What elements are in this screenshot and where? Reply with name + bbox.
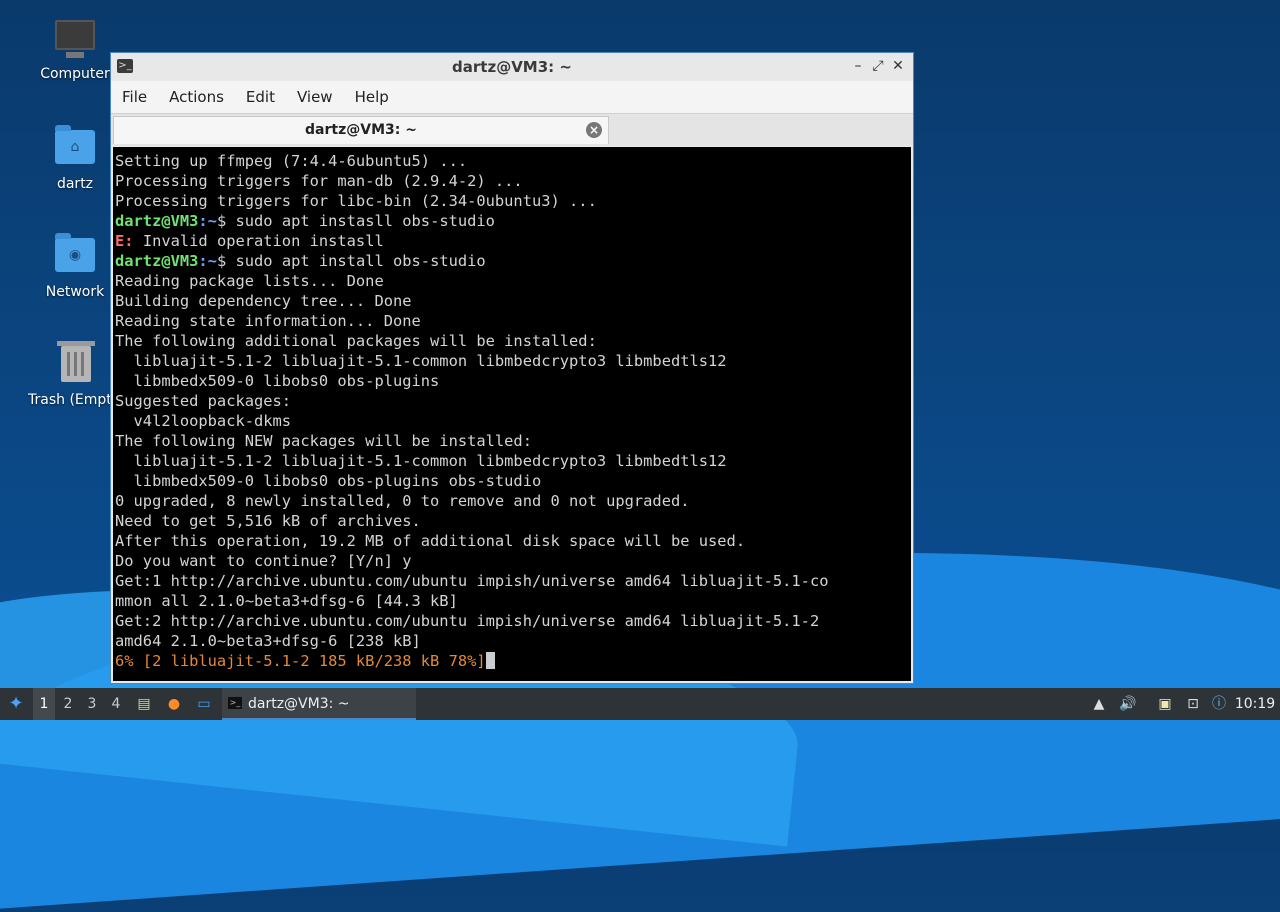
terminal-line: The following NEW packages will be insta… (115, 432, 532, 450)
notification-icon[interactable]: ⓘ (1208, 688, 1230, 720)
terminal-cursor (485, 652, 495, 669)
terminal-task-icon: >_ (228, 697, 242, 709)
terminal-line: Reading state information... Done (115, 312, 421, 330)
clipboard-icon[interactable]: ▣ (1154, 688, 1176, 720)
menu-bar: File Actions Edit View Help (111, 81, 913, 113)
terminal-line: After this operation, 19.2 MB of additio… (115, 532, 746, 550)
terminal-command: $ sudo apt instasll obs-studio (216, 212, 495, 230)
home-folder-icon: ⌂ (55, 125, 95, 170)
window-titlebar[interactable]: >_ dartz@VM3: ~ – ⤢ ✕ (111, 53, 913, 81)
terminal-line: Need to get 5,516 kB of archives. (115, 512, 421, 530)
taskbar: ✦ 1 2 3 4 ▤ ● ▭ >_ dartz@VM3: ~ ▲ 🔊 ▣ ⊡ … (0, 688, 1280, 720)
menu-edit[interactable]: Edit (235, 88, 286, 106)
desktop-icon-trash[interactable]: Trash (Empty) (20, 341, 110, 408)
terminal-line: Suggested packages: (115, 392, 292, 410)
desktop-icon-label: dartz (56, 176, 94, 192)
terminal-line: Get:1 http://archive.ubuntu.com/ubuntu i… (115, 572, 829, 590)
terminal-line: libmbedx509-0 libobs0 obs-plugins obs-st… (115, 472, 542, 490)
trash-icon (56, 341, 96, 386)
tab-close-icon[interactable]: × (586, 122, 602, 138)
workspace-3[interactable]: 3 (81, 688, 103, 720)
desktop-icon-network[interactable]: ◉ Network (30, 233, 120, 300)
terminal-line: Reading package lists... Done (115, 272, 384, 290)
menu-actions[interactable]: Actions (158, 88, 235, 106)
terminal-line: libmbedx509-0 libobs0 obs-plugins (115, 372, 440, 390)
error-prefix: E: (115, 232, 134, 250)
terminal-line: Do you want to continue? [Y/n] y (115, 552, 412, 570)
terminal-line: Building dependency tree... Done (115, 292, 412, 310)
terminal-line: The following additional packages will b… (115, 332, 597, 350)
terminal-line: v4l2loopback-dkms (115, 412, 292, 430)
minimize-button[interactable]: – (849, 57, 867, 75)
tab-title: dartz@VM3: ~ (305, 122, 417, 138)
menu-help[interactable]: Help (344, 88, 400, 106)
terminal-line: libluajit-5.1-2 libluajit-5.1-common lib… (115, 352, 727, 370)
terminal-line: mmon all 2.1.0~beta3+dfsg-6 [44.3 kB] (115, 592, 458, 610)
tab-bar: dartz@VM3: ~ × (111, 113, 913, 146)
terminal-line: Invalid operation instasll (133, 232, 384, 250)
tray-arrow-icon[interactable]: ▲ (1088, 688, 1110, 720)
menu-file[interactable]: File (111, 88, 158, 106)
download-progress: 6% [2 libluajit-5.1-2 185 kB/238 kB 78%] (115, 652, 486, 670)
file-manager-icon[interactable]: ▤ (132, 694, 156, 714)
desktop-icon-label: Network (45, 284, 105, 300)
prompt-path: :~ (198, 252, 217, 270)
terminal-line: amd64 2.1.0~beta3+dfsg-6 [238 kB] (115, 632, 421, 650)
taskbar-task-terminal[interactable]: >_ dartz@VM3: ~ (222, 688, 416, 720)
prompt-user: dartz@VM3 (115, 212, 199, 230)
network-icon[interactable]: ⊡ (1182, 688, 1204, 720)
clock[interactable]: 10:19 (1234, 688, 1276, 720)
prompt-path: :~ (198, 212, 217, 230)
desktop-icon-home[interactable]: ⌂ dartz (30, 125, 120, 192)
terminal-window: >_ dartz@VM3: ~ – ⤢ ✕ File Actions Edit … (110, 52, 914, 684)
workspace-2[interactable]: 2 (57, 688, 79, 720)
task-label: dartz@VM3: ~ (248, 696, 350, 712)
terminal-line: Processing triggers for libc-bin (2.34-0… (115, 192, 597, 210)
show-desktop-icon[interactable]: ▭ (192, 694, 216, 714)
desktop-icon-label: Trash (Empty) (28, 392, 110, 408)
terminal-line: libluajit-5.1-2 libluajit-5.1-common lib… (115, 452, 727, 470)
close-button[interactable]: ✕ (889, 57, 907, 75)
desktop-icon-computer[interactable]: Computer (30, 20, 120, 82)
terminal-tab[interactable]: dartz@VM3: ~ × (113, 116, 609, 144)
volume-icon[interactable]: 🔊 (1117, 688, 1139, 720)
terminal-line: Setting up ffmpeg (7:4.4-6ubuntu5) ... (115, 152, 468, 170)
network-folder-icon: ◉ (55, 233, 95, 278)
maximize-button[interactable]: ⤢ (869, 57, 887, 75)
terminal-output[interactable]: Setting up ffmpeg (7:4.4-6ubuntu5) ... P… (113, 147, 911, 681)
prompt-user: dartz@VM3 (115, 252, 199, 270)
terminal-line: 0 upgraded, 8 newly installed, 0 to remo… (115, 492, 690, 510)
workspace-4[interactable]: 4 (105, 688, 127, 720)
terminal-line: Processing triggers for man-db (2.9.4-2)… (115, 172, 523, 190)
desktop-icon-label: Computer (40, 66, 110, 82)
start-menu-icon[interactable]: ✦ (4, 688, 28, 720)
firefox-icon[interactable]: ● (162, 694, 186, 714)
workspace-1[interactable]: 1 (33, 688, 55, 720)
window-title: dartz@VM3: ~ (452, 58, 572, 76)
menu-view[interactable]: View (286, 88, 344, 106)
terminal-command: $ sudo apt install obs-studio (216, 252, 486, 270)
terminal-line: Get:2 http://archive.ubuntu.com/ubuntu i… (115, 612, 820, 630)
computer-icon (55, 20, 95, 60)
